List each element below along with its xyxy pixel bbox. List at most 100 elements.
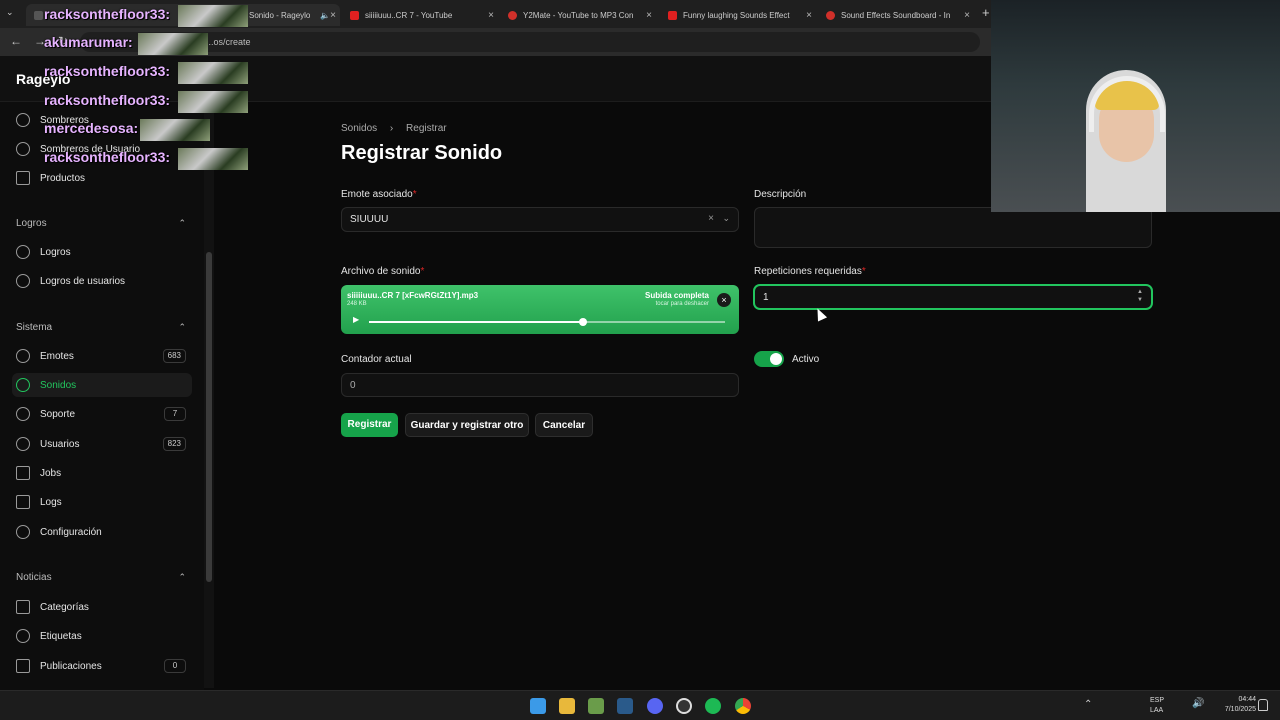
windows-start-icon[interactable] <box>530 698 546 714</box>
sidebar-item-label: Logros de usuarios <box>40 275 126 287</box>
sidebar-item-logros-usuarios[interactable]: Logros de usuarios <box>12 269 192 293</box>
lang-indicator[interactable]: ESP LAA <box>1150 696 1164 716</box>
sidebar-item-etiquetas[interactable]: Etiquetas <box>12 624 192 648</box>
chevron-up-icon[interactable]: ⌃ <box>178 322 186 333</box>
breadcrumb-registrar: Registrar <box>406 123 447 134</box>
audio-progress-track[interactable] <box>369 318 725 326</box>
breadcrumb-sonidos[interactable]: Sonidos <box>341 123 377 134</box>
group-logros[interactable]: Logros ⌃ <box>16 218 186 229</box>
remove-file-button[interactable]: × <box>717 293 731 307</box>
tab-soundboard[interactable]: Sound Effects Soundboard - In × <box>818 4 974 26</box>
sidebar-item-logs[interactable]: Logs <box>12 490 192 514</box>
contador-label: Contador actual <box>341 354 412 365</box>
required-asterisk: * <box>412 189 417 200</box>
audio-progress-fill <box>369 321 583 323</box>
trophy-icon <box>16 274 30 288</box>
sidebar-item-label: Jobs <box>40 467 62 479</box>
chevron-up-icon[interactable]: ⌃ <box>1084 699 1092 710</box>
audio-progress-handle[interactable] <box>578 318 587 326</box>
sidebar-item-sonidos[interactable]: Sonidos <box>12 373 192 397</box>
sidebar-item-usuarios[interactable]: Usuarios 823 <box>12 432 192 456</box>
stepper-arrows-icon[interactable]: ▲ ▼ <box>1137 288 1143 304</box>
chevron-down-icon[interactable]: ⌄ <box>722 213 730 224</box>
close-tab-icon[interactable]: × <box>806 10 812 21</box>
sidebar-item-label: Configuración <box>40 526 102 538</box>
page-title: Registrar Sonido <box>341 142 503 164</box>
clock[interactable]: 04:44 7/10/2025 <box>1210 695 1256 715</box>
newspaper-icon <box>16 659 30 673</box>
hat-icon <box>16 113 30 127</box>
sidebar-item-productos[interactable]: Productos <box>12 166 192 190</box>
group-noticias[interactable]: Noticias ⌃ <box>16 572 186 583</box>
file-upload-card[interactable]: siiiiiuuu..CR 7 [xFcwRGtZt1Y].mp3 248 KB… <box>341 285 739 334</box>
tab-label: Sonido - Rageylo <box>249 10 311 20</box>
guardar-registrar-otro-button[interactable]: Guardar y registrar otro <box>405 413 529 437</box>
spotify-icon[interactable] <box>705 698 721 714</box>
tab-y2mate[interactable]: Y2Mate - YouTube to MP3 Con × <box>500 4 656 26</box>
descripcion-textarea[interactable] <box>754 207 1152 248</box>
sidebar-item-soporte[interactable]: Soporte 7 <box>12 402 192 426</box>
tab-search-dropdown[interactable]: ⌄ <box>6 7 20 21</box>
activo-toggle[interactable] <box>754 351 784 367</box>
repeticiones-input[interactable]: 1 ▲ ▼ <box>754 285 1152 309</box>
tab-funny-sounds[interactable]: Funny laughing Sounds Effect × <box>660 4 816 26</box>
url-input[interactable]: ...os/create <box>80 32 980 52</box>
cancelar-button[interactable]: Cancelar <box>535 413 593 437</box>
app-icon[interactable] <box>588 698 604 714</box>
notification-icon[interactable] <box>1258 699 1268 711</box>
file-explorer-icon[interactable] <box>559 698 575 714</box>
new-tab-button[interactable]: + <box>982 5 990 20</box>
sidebar-item-logros[interactable]: Logros <box>12 240 192 264</box>
sidebar-item-publicaciones[interactable]: Publicaciones 0 <box>12 654 192 678</box>
clock-date: 7/10/2025 <box>1224 706 1256 713</box>
repeticiones-label-text: Repeticiones requeridas <box>754 266 862 277</box>
smile-icon <box>16 349 30 363</box>
tab-youtube[interactable]: siiiiiuuu..CR 7 - YouTube × <box>342 4 498 26</box>
repeticiones-label: Repeticiones requeridas* <box>754 266 866 277</box>
clock-time: 04:44 <box>1238 696 1256 703</box>
close-tab-icon[interactable]: × <box>964 10 970 21</box>
scrollbar-thumb[interactable] <box>206 252 212 582</box>
sidebar-item-jobs[interactable]: Jobs <box>12 461 192 485</box>
chat-emote-image <box>138 33 208 55</box>
descripcion-label: Descripción <box>754 189 807 200</box>
sidebar-item-label: Usuarios <box>40 438 80 450</box>
emote-selected-value: SIUUUU <box>350 214 389 225</box>
chevron-up-icon[interactable]: ⌃ <box>178 218 186 229</box>
chevron-right-icon: › <box>389 123 394 134</box>
youtube-icon <box>350 10 359 20</box>
sidebar-scrollbar[interactable] <box>204 102 214 688</box>
volume-icon[interactable]: 🔊 <box>1192 698 1204 709</box>
repeticiones-value: 1 <box>763 292 769 303</box>
chat-username: racksonthefloor33: <box>44 63 171 79</box>
archivo-label: Archivo de sonido* <box>341 266 424 277</box>
chat-username: akumarumar: <box>44 34 133 50</box>
chevron-up-icon[interactable]: ⌃ <box>178 572 186 583</box>
discord-icon[interactable] <box>647 698 663 714</box>
registrar-button[interactable]: Registrar <box>341 413 398 437</box>
tab-label: Sound Effects Soundboard - In <box>841 10 951 20</box>
sidebar-item-label: Sonidos <box>40 379 77 391</box>
contador-value: 0 <box>350 380 356 391</box>
close-tab-icon[interactable]: × <box>488 10 494 21</box>
back-icon[interactable]: ← <box>10 34 22 48</box>
group-sistema[interactable]: Sistema ⌃ <box>16 322 186 333</box>
emote-select[interactable]: SIUUUU × ⌄ <box>341 207 739 232</box>
sidebar-item-configuracion[interactable]: Configuración <box>12 520 192 544</box>
tag-icon <box>16 629 30 643</box>
close-tab-icon[interactable]: × <box>646 10 652 21</box>
obs-icon[interactable] <box>676 698 692 714</box>
sidebar-item-emotes[interactable]: Emotes 683 <box>12 344 192 368</box>
emote-label: Emote asociado* <box>341 189 417 200</box>
play-icon[interactable]: ▶ <box>353 315 359 324</box>
file-size: 248 KB <box>347 301 367 307</box>
sidebar-item-categorias[interactable]: Categorías <box>12 595 192 619</box>
steam-icon[interactable] <box>617 698 633 714</box>
sidebar-item-label: Emotes <box>40 350 74 362</box>
contador-input[interactable]: 0 <box>341 373 739 397</box>
close-tab-icon[interactable]: × <box>330 10 336 21</box>
clear-icon[interactable]: × <box>708 213 714 224</box>
chrome-icon[interactable] <box>735 698 751 714</box>
mute-icon[interactable]: 🔈 <box>320 11 330 20</box>
activo-label: Activo <box>792 354 820 365</box>
